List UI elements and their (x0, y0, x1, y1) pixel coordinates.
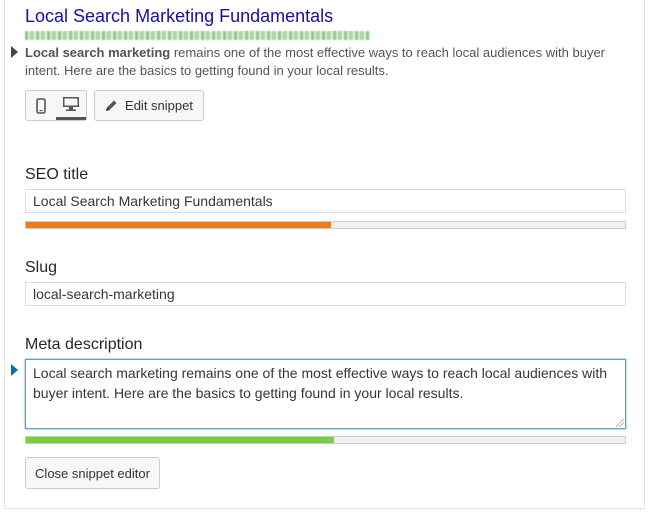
seo-title-label: SEO title (25, 166, 89, 183)
resize-grip-icon[interactable] (616, 419, 624, 427)
meta-description-text: Local search marketing remains one of th… (33, 365, 608, 401)
desktop-preview-button[interactable] (56, 91, 86, 120)
pencil-icon (106, 100, 117, 111)
mobile-preview-button[interactable] (26, 91, 56, 120)
seo-title-progress-fill (26, 222, 332, 228)
seo-title-input[interactable]: Local Search Marketing Fundamentals (25, 189, 626, 213)
desktop-icon (63, 97, 79, 111)
slug-input[interactable]: local-search-marketing (25, 282, 626, 306)
preview-mode-toggle (25, 90, 87, 121)
mobile-icon (36, 97, 46, 114)
description-caret-icon (11, 46, 18, 58)
preview-title[interactable]: Local Search Marketing Fundamentals (25, 6, 333, 27)
edit-snippet-label: Edit snippet (125, 98, 193, 113)
preview-description-keyword: Local search marketing (25, 45, 171, 60)
close-snippet-editor-button[interactable]: Close snippet editor (25, 457, 160, 489)
preview-url-blurred (25, 31, 370, 40)
meta-description-label: Meta description (25, 336, 143, 353)
preview-description: Local search marketing remains one of th… (25, 44, 625, 80)
meta-description-caret-icon (11, 364, 18, 376)
meta-description-progress-bar (25, 436, 626, 444)
meta-description-progress-fill (26, 437, 335, 443)
seo-title-progress-bar (25, 221, 626, 229)
edit-snippet-button[interactable]: Edit snippet (94, 90, 204, 121)
meta-description-textarea[interactable]: Local search marketing remains one of th… (25, 359, 626, 429)
slug-label: Slug (25, 259, 58, 276)
